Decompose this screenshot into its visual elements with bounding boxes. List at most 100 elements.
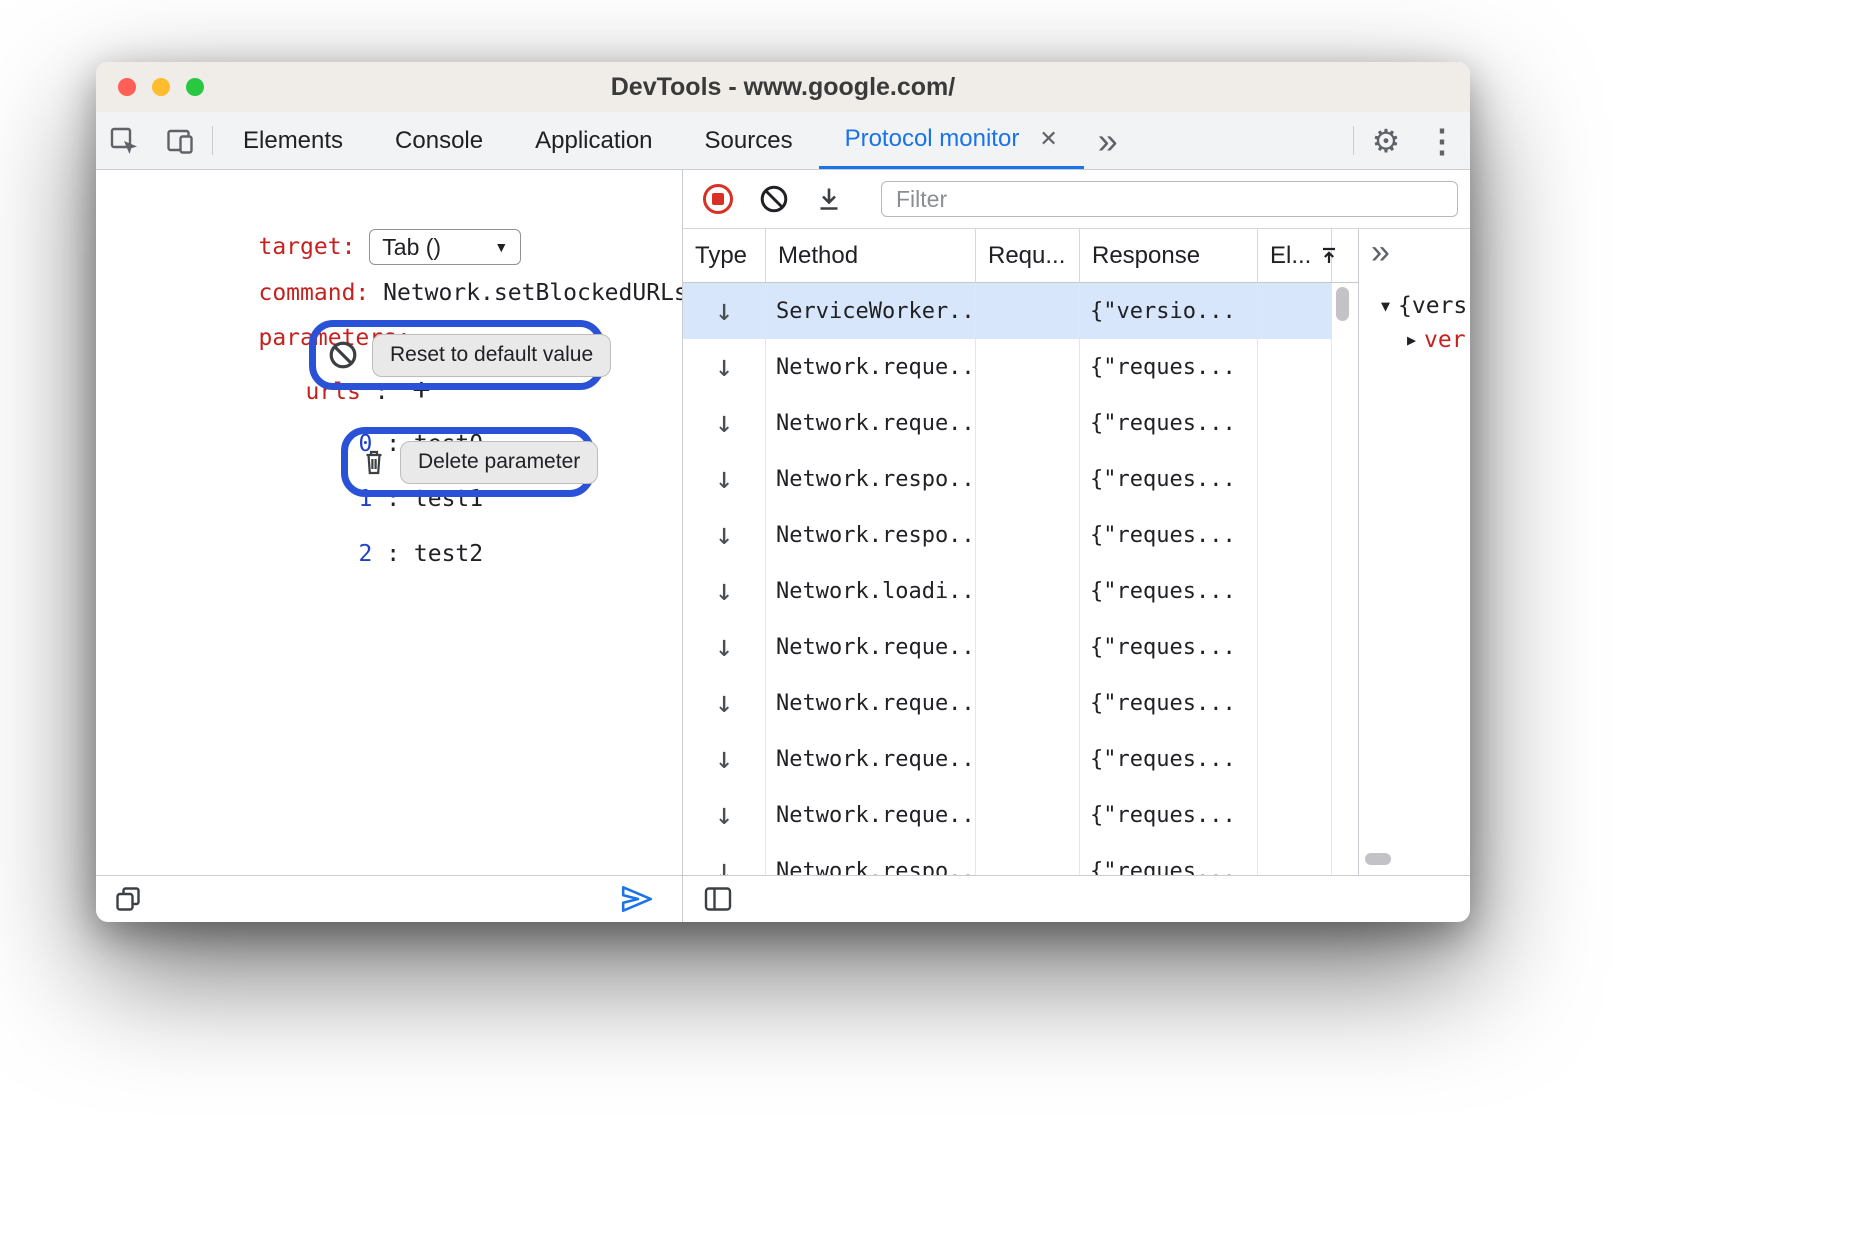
response-cell: {"reques...	[1080, 451, 1258, 507]
method-cell: Network.respo...	[766, 451, 976, 507]
data-grid: Type Method Requ... Response El... ↓ Ser…	[683, 229, 1358, 875]
received-arrow-icon: ↓	[715, 352, 733, 382]
kebab-menu-icon[interactable]: ⋮	[1414, 112, 1470, 169]
close-window-button[interactable]	[118, 78, 136, 96]
send-icon	[620, 884, 654, 914]
minimize-window-button[interactable]	[152, 78, 170, 96]
vertical-scrollbar-thumb[interactable]	[1336, 287, 1349, 321]
main-content: target: Tab ()▼ command: Network.setBloc…	[96, 170, 1470, 922]
record-button[interactable]	[703, 184, 733, 214]
request-cell	[976, 619, 1080, 675]
filter-input[interactable]	[881, 181, 1458, 217]
device-toolbar-icon	[165, 126, 195, 156]
grid-and-sidebar: Type Method Requ... Response El... ↓ Ser…	[683, 229, 1470, 875]
tree-node-root[interactable]: ▼{vers	[1381, 289, 1470, 323]
tab-label: Sources	[705, 127, 793, 155]
table-row[interactable]: ↓ Network.respo... {"reques...	[683, 843, 1358, 875]
grid-rows: ↓ ServiceWorker... {"versio... ↓ Network…	[683, 283, 1358, 875]
command-value[interactable]: Network.setBlockedURLs	[383, 280, 682, 306]
monitor-bottom-bar	[683, 875, 1470, 922]
table-row[interactable]: ↓ Network.respo... {"reques...	[683, 451, 1358, 507]
inspect-element-button[interactable]	[96, 112, 152, 169]
column-header-method[interactable]: Method	[766, 229, 976, 282]
tab-protocol-monitor[interactable]: Protocol monitor ✕	[819, 112, 1084, 169]
reset-to-default-button[interactable]: Reset to default value	[372, 334, 611, 377]
monitor-toolbar	[683, 170, 1470, 229]
block-icon[interactable]	[328, 340, 358, 370]
table-row[interactable]: ↓ Network.reque... {"reques...	[683, 731, 1358, 787]
elapsed-cell	[1258, 395, 1332, 451]
table-row[interactable]: ↓ Network.reque... {"reques...	[683, 675, 1358, 731]
more-tabs-icon[interactable]: »	[1084, 112, 1132, 169]
record-icon	[703, 184, 733, 214]
delete-parameter-button[interactable]: Delete parameter	[400, 441, 598, 484]
method-cell: Network.reque...	[766, 619, 976, 675]
response-cell: {"reques...	[1080, 731, 1258, 787]
inspect-icon	[109, 126, 139, 156]
tab-console[interactable]: Console	[369, 112, 509, 169]
request-cell	[976, 283, 1080, 339]
table-row[interactable]: ↓ Network.reque... {"reques...	[683, 619, 1358, 675]
settings-gear-icon[interactable]: ⚙	[1358, 112, 1414, 169]
devtools-window: DevTools - www.google.com/ Elements	[96, 62, 1470, 922]
request-cell	[976, 843, 1080, 875]
column-header-elapsed[interactable]: El...	[1258, 229, 1332, 282]
request-cell	[976, 731, 1080, 787]
tab-label: Application	[535, 127, 652, 155]
received-arrow-icon: ↓	[715, 800, 733, 830]
method-cell: Network.reque...	[766, 675, 976, 731]
table-row[interactable]: ↓ ServiceWorker... {"versio...	[683, 283, 1358, 339]
copy-command-button[interactable]	[96, 885, 142, 913]
zoom-window-button[interactable]	[186, 78, 204, 96]
save-log-button[interactable]	[815, 185, 843, 213]
request-cell	[976, 675, 1080, 731]
column-header-request[interactable]: Requ...	[976, 229, 1080, 282]
elapsed-cell	[1258, 787, 1332, 843]
devtools-tabbar: Elements Console Application Sources Pro…	[96, 112, 1470, 170]
tree-node-child[interactable]: ▶ver	[1381, 323, 1470, 357]
response-cell: {"reques...	[1080, 339, 1258, 395]
grid-header: Type Method Requ... Response El...	[683, 229, 1358, 283]
column-header-response[interactable]: Response	[1080, 229, 1258, 282]
command-row: command: Network.setBlockedURLs	[120, 239, 682, 275]
column-header-label: El...	[1270, 242, 1311, 270]
tab-application[interactable]: Application	[509, 112, 678, 169]
table-row[interactable]: ↓ Network.loadi... {"reques...	[683, 563, 1358, 619]
response-cell: {"reques...	[1080, 843, 1258, 875]
json-tree: ▼{vers ▶ver	[1359, 289, 1470, 357]
tab-sources[interactable]: Sources	[679, 112, 819, 169]
horizontal-scrollbar-thumb[interactable]	[1365, 853, 1391, 865]
table-row[interactable]: ↓ Network.reque... {"reques...	[683, 339, 1358, 395]
received-arrow-icon: ↓	[715, 688, 733, 718]
table-row[interactable]: ↓ Network.reque... {"reques...	[683, 395, 1358, 451]
toggle-sidebar-button[interactable]	[683, 885, 733, 913]
received-arrow-icon: ↓	[715, 464, 733, 494]
request-cell	[976, 451, 1080, 507]
tab-elements[interactable]: Elements	[217, 112, 369, 169]
tree-collapsed-icon: ▶	[1407, 331, 1416, 349]
expand-sidebar-icon[interactable]: »	[1371, 233, 1390, 272]
tab-label: Console	[395, 127, 483, 155]
method-cell: Network.reque...	[766, 395, 976, 451]
method-cell: Network.respo...	[766, 507, 976, 563]
param-value[interactable]: test2	[414, 541, 483, 567]
device-toolbar-button[interactable]	[152, 112, 208, 169]
table-row[interactable]: ↓ Network.reque... {"reques...	[683, 787, 1358, 843]
copy-icon	[114, 885, 142, 913]
download-icon	[815, 185, 843, 213]
elapsed-cell	[1258, 675, 1332, 731]
send-command-button[interactable]	[620, 884, 682, 914]
elapsed-cell	[1258, 731, 1332, 787]
received-arrow-icon: ↓	[715, 744, 733, 774]
trash-icon[interactable]	[360, 447, 388, 477]
titlebar: DevTools - www.google.com/	[96, 62, 1470, 112]
clear-all-button[interactable]	[759, 184, 789, 214]
column-header-type[interactable]: Type	[683, 229, 766, 282]
tab-label: Elements	[243, 127, 343, 155]
param-row-0: 0 : test0	[220, 390, 483, 426]
tree-node-label: {vers	[1398, 293, 1467, 319]
table-row[interactable]: ↓ Network.respo... {"reques...	[683, 507, 1358, 563]
param-index: 2	[358, 541, 372, 567]
close-tab-icon[interactable]: ✕	[1039, 126, 1057, 152]
method-cell: Network.respo...	[766, 843, 976, 875]
